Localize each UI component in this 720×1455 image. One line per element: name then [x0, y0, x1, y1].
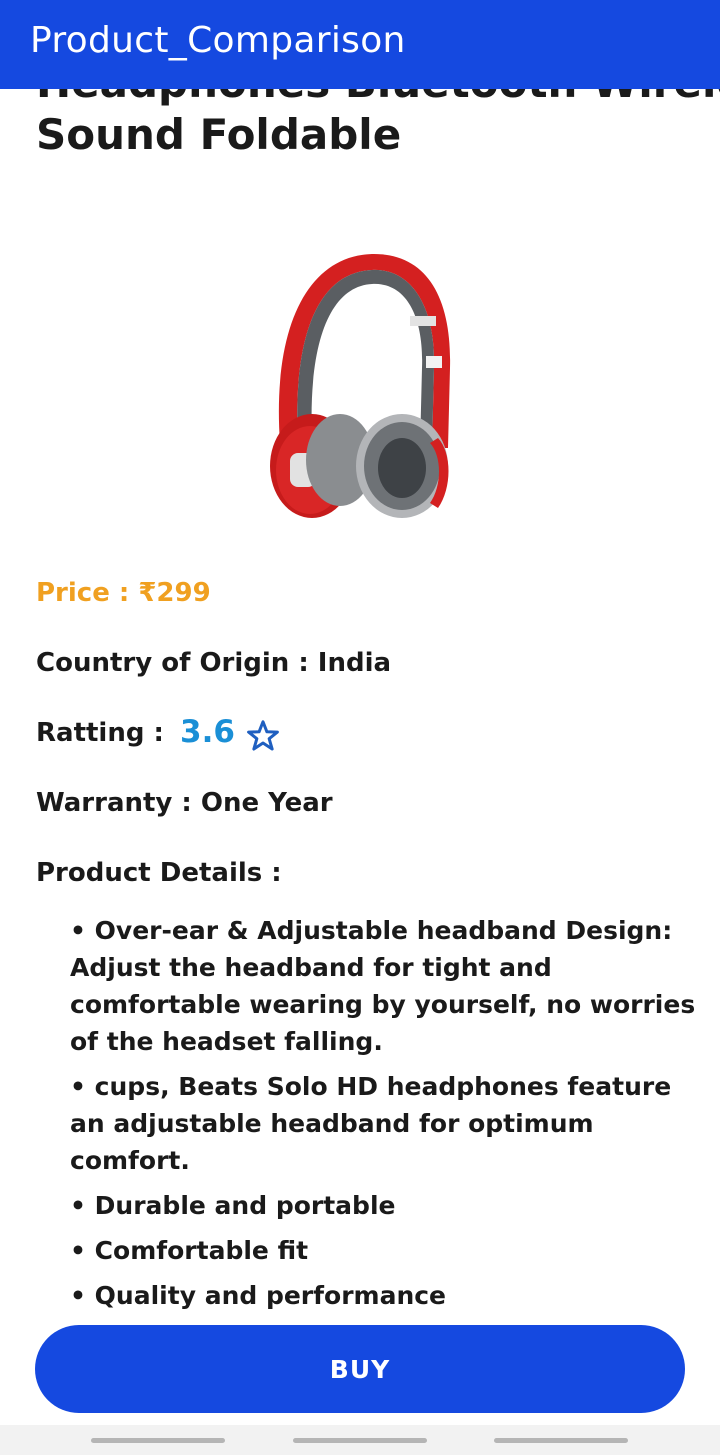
product-details-heading: Product Details : [36, 858, 282, 888]
list-item: • Durable and portable [70, 1191, 396, 1220]
app-title: Product_Comparison [30, 20, 406, 61]
product-title: Sound Foldable [36, 110, 402, 159]
headphones-image [262, 248, 462, 523]
origin-label: Country of Origin : India [36, 648, 392, 678]
list-item: • Comfortable fit [70, 1236, 309, 1265]
star-icon [244, 718, 282, 754]
list-item: • Quality and performance [70, 1281, 447, 1310]
back-nav-indicator[interactable] [494, 1438, 628, 1443]
rating-value: 3.6 [180, 714, 235, 750]
home-nav-indicator[interactable] [293, 1438, 427, 1443]
list-item: • Over-ear & Adjustable headband Design:… [70, 916, 696, 1056]
product-details-list: • Over-ear & Adjustable headband Design:… [70, 912, 710, 1322]
recents-nav-indicator[interactable] [91, 1438, 225, 1443]
product-detail-scroll[interactable]: Headphones Bluetooth Wireless Sound Fold… [0, 0, 720, 1425]
app-bar: Product_Comparison [0, 0, 720, 89]
price-label: Price : ₹299 [36, 578, 211, 608]
rating-label: Ratting : [36, 718, 164, 748]
warranty-label: Warranty : One Year [36, 788, 333, 818]
buy-button[interactable]: BUY [35, 1325, 685, 1413]
list-item: • cups, Beats Solo HD headphones feature… [70, 1072, 672, 1175]
